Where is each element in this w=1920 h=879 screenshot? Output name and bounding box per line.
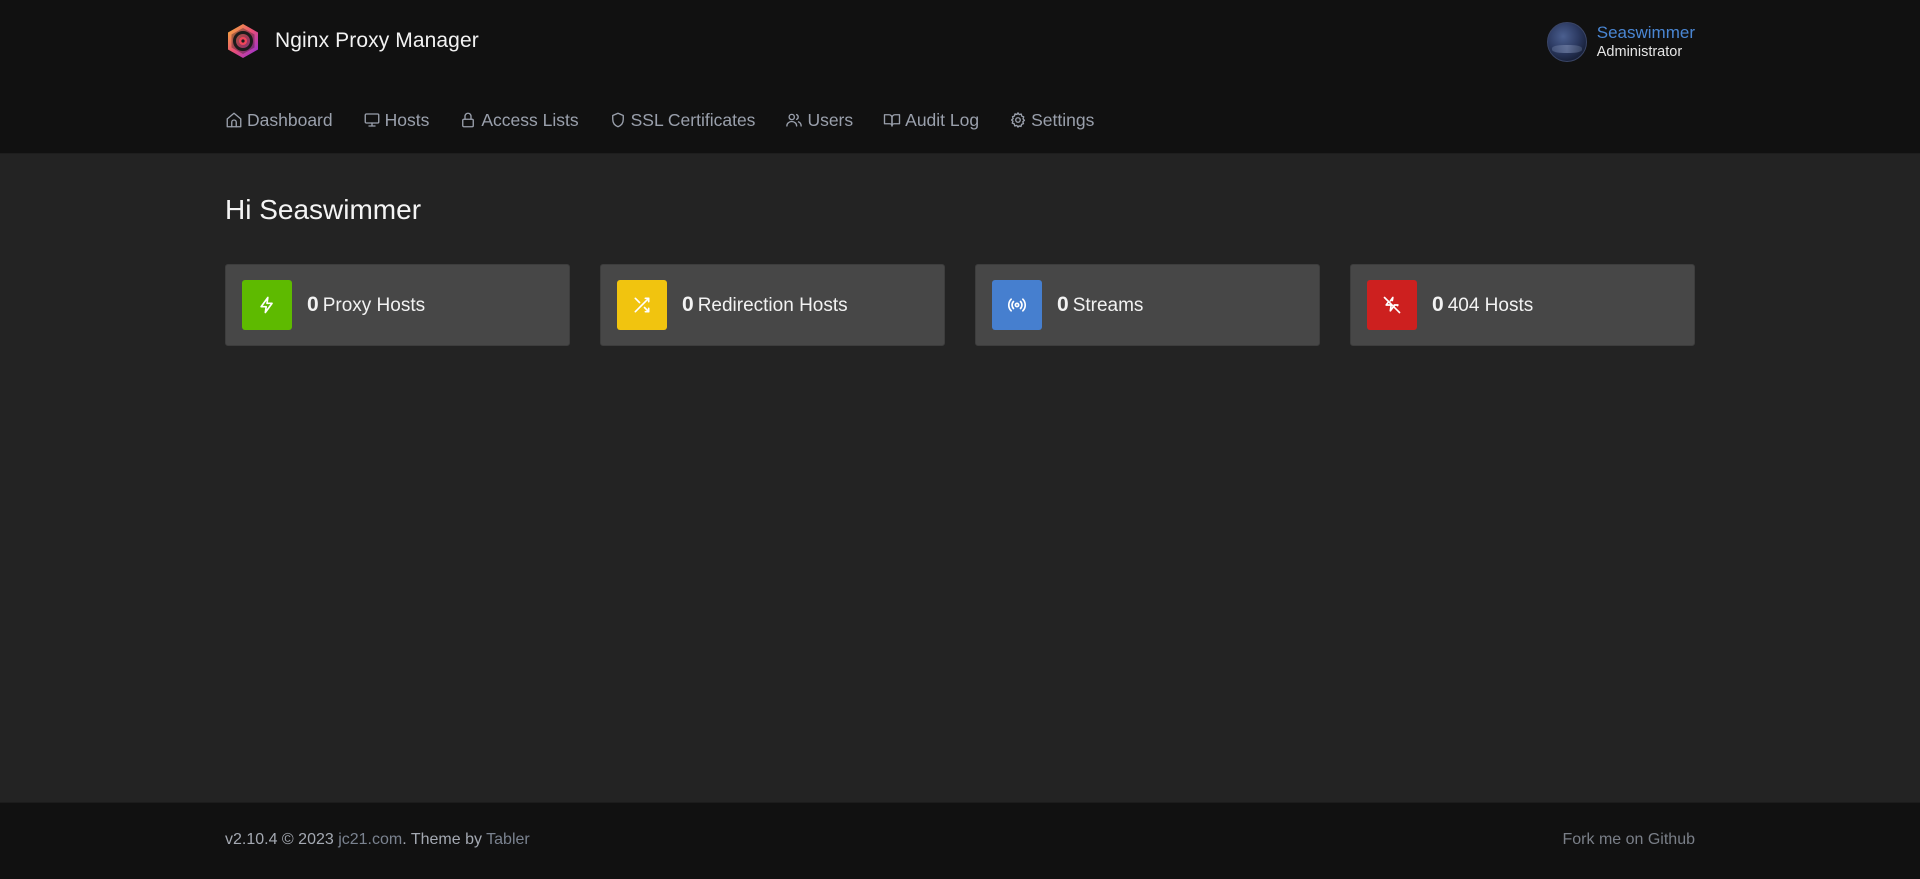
card-icon-box <box>617 280 667 330</box>
card-count: 0 <box>1057 293 1069 316</box>
app-title: Nginx Proxy Manager <box>275 29 479 52</box>
zap-icon <box>260 296 273 314</box>
nav-label: SSL Certificates <box>630 109 756 130</box>
theme-text: . Theme by <box>402 831 487 848</box>
card-count: 0 <box>682 293 694 316</box>
footer-content: v2.10.4 © 2023 jc21.com. Theme by Tabler… <box>225 831 1695 855</box>
brand-link[interactable]: Nginx Proxy Manager <box>225 22 479 60</box>
card-text: 0 404 Hosts <box>1432 293 1533 317</box>
card-count: 0 <box>1432 293 1444 316</box>
main-nav: Dashboard Hosts Access Lists SSL Certifi… <box>225 104 1695 136</box>
theme-link[interactable]: Tabler <box>486 831 530 848</box>
home-icon <box>226 112 242 128</box>
page-title: Hi Seaswimmer <box>225 194 422 225</box>
card-label: Redirection Hosts <box>697 295 848 316</box>
nav-item-settings[interactable]: Settings <box>1009 110 1094 131</box>
card-streams[interactable]: 0 Streams <box>975 264 1320 346</box>
card-redirection-hosts[interactable]: 0 Redirection Hosts <box>600 264 945 346</box>
nav-item-ssl-certificates[interactable]: SSL Certificates <box>609 109 756 131</box>
nav-item-hosts[interactable]: Hosts <box>363 109 430 131</box>
settings-icon <box>1011 112 1026 128</box>
user-info: Seaswimmer Administrator <box>1597 23 1695 61</box>
card-icon-box <box>242 280 292 330</box>
zap-off-icon <box>1383 296 1401 314</box>
card-text: 0 Redirection Hosts <box>682 293 848 317</box>
nav-label: Dashboard <box>247 109 333 130</box>
nav-item-dashboard[interactable]: Dashboard <box>225 110 333 131</box>
card-proxy-hosts[interactable]: 0 Proxy Hosts <box>225 264 570 346</box>
main-content: Hi Seaswimmer 0 Proxy Hosts 0 Redirection … <box>225 190 1695 346</box>
card-icon-box <box>1367 280 1417 330</box>
card-label: 404 Hosts <box>1447 295 1534 316</box>
card-text: 0 Proxy Hosts <box>307 293 425 317</box>
shuffle-icon <box>634 297 650 313</box>
nav-label: Users <box>807 109 854 130</box>
nav-label: Audit Log <box>905 109 980 130</box>
user-menu[interactable]: Seaswimmer Administrator <box>1546 20 1695 64</box>
stats-cards: 0 Proxy Hosts 0 Redirection Hosts 0 Streams <box>225 264 1695 346</box>
nav-item-access-lists[interactable]: Access Lists <box>459 109 579 131</box>
nav-label: Hosts <box>384 109 430 130</box>
user-name: Seaswimmer <box>1596 23 1695 43</box>
github-link[interactable]: Fork me on Github <box>1563 831 1696 849</box>
header: Nginx Proxy Manager Seaswimmer Administr… <box>0 0 1920 154</box>
user-role: Administrator <box>1596 43 1683 60</box>
nav-item-users[interactable]: Users <box>785 110 853 131</box>
nginx-proxy-manager-logo-icon <box>228 24 258 58</box>
card-icon-box <box>992 280 1042 330</box>
radio-icon <box>1007 298 1027 312</box>
card-label: Proxy Hosts <box>322 295 426 316</box>
author-link[interactable]: jc21.com <box>338 831 402 848</box>
shield-icon <box>611 112 624 128</box>
footer-credits: v2.10.4 © 2023 jc21.com. Theme by Tabler <box>225 831 530 849</box>
card-label: Streams <box>1072 295 1144 316</box>
monitor-icon <box>364 113 380 127</box>
nav-label: Access Lists <box>481 109 579 130</box>
book-open-icon <box>883 114 901 127</box>
users-icon <box>786 113 803 127</box>
footer: v2.10.4 © 2023 jc21.com. Theme by Tabler… <box>0 802 1920 879</box>
lock-icon <box>462 112 475 128</box>
card-text: 0 Streams <box>1057 293 1143 317</box>
top-bar: Nginx Proxy Manager Seaswimmer Administr… <box>225 0 1695 80</box>
version-text: v2.10.4 © 2023 <box>225 831 339 848</box>
nav-item-audit-log[interactable]: Audit Log <box>883 110 979 131</box>
nav-label: Settings <box>1031 109 1095 130</box>
avatar[interactable] <box>1546 22 1587 62</box>
card-count: 0 <box>307 293 319 316</box>
card-404-hosts[interactable]: 0 404 Hosts <box>1350 264 1695 346</box>
